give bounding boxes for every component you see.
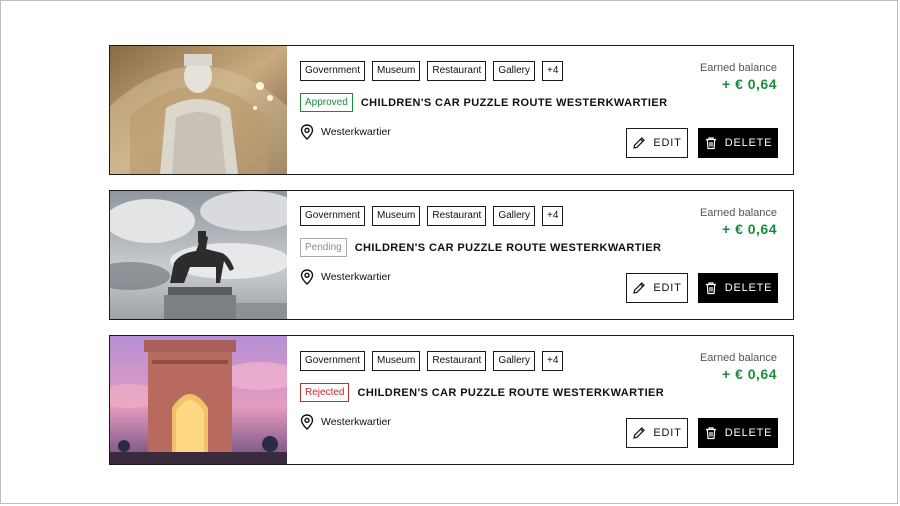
pencil-icon — [633, 282, 646, 294]
earned-balance: Earned balance + € 0,64 — [700, 62, 777, 92]
listing-card: Government Museum Restaurant Gallery +4 … — [109, 190, 794, 320]
tag-list: Government Museum Restaurant Gallery +4 — [300, 351, 564, 371]
tag-museum[interactable]: Museum — [372, 61, 421, 81]
tag-list: Government Museum Restaurant Gallery +4 — [300, 61, 564, 81]
status-badge: Pending — [300, 238, 347, 257]
edit-button-label: EDIT — [653, 282, 682, 294]
tag-more[interactable]: +4 — [542, 61, 564, 81]
listing-title[interactable]: CHILDREN'S CAR PUZZLE ROUTE WESTERKWARTI… — [357, 387, 664, 399]
tag-museum[interactable]: Museum — [372, 206, 421, 226]
edit-button[interactable]: EDIT — [626, 128, 688, 158]
listing-image-gate[interactable] — [110, 336, 287, 464]
location-pin-icon — [300, 269, 314, 285]
edit-button[interactable]: EDIT — [626, 418, 688, 448]
location-pin-icon — [300, 124, 314, 140]
balance-amount: + € 0,64 — [722, 76, 777, 92]
tag-restaurant[interactable]: Restaurant — [427, 61, 487, 81]
delete-button[interactable]: DELETE — [698, 128, 778, 158]
earned-balance: Earned balance + € 0,64 — [700, 352, 777, 382]
balance-label: Earned balance — [699, 62, 777, 74]
trash-icon — [705, 137, 716, 150]
pencil-icon — [633, 427, 646, 439]
status-badge: Approved — [300, 93, 353, 112]
status-title-row: Approved CHILDREN'S CAR PUZZLE ROUTE WES… — [300, 93, 667, 112]
location: Westerkwartier — [300, 269, 391, 285]
tag-gallery[interactable]: Gallery — [493, 351, 535, 371]
balance-amount: + € 0,64 — [722, 221, 777, 237]
page-frame: Government Museum Restaurant Gallery +4 … — [0, 0, 898, 504]
listing-image-statue[interactable] — [110, 46, 287, 174]
listing-card: Government Museum Restaurant Gallery +4 … — [109, 335, 794, 465]
tag-more[interactable]: +4 — [542, 351, 564, 371]
tag-government[interactable]: Government — [300, 61, 366, 81]
location: Westerkwartier — [300, 124, 391, 140]
location-label: Westerkwartier — [321, 126, 391, 138]
trash-icon — [705, 282, 716, 295]
balance-amount: + € 0,64 — [722, 366, 777, 382]
location-pin-icon — [300, 414, 314, 430]
delete-button-label: DELETE — [724, 137, 773, 149]
location-label: Westerkwartier — [321, 416, 391, 428]
trash-icon — [705, 427, 716, 440]
tag-list: Government Museum Restaurant Gallery +4 — [300, 206, 564, 226]
delete-button-label: DELETE — [724, 427, 773, 439]
tag-gallery[interactable]: Gallery — [493, 206, 535, 226]
earned-balance: Earned balance + € 0,64 — [700, 207, 777, 237]
delete-button[interactable]: DELETE — [698, 418, 778, 448]
listing-card: Government Museum Restaurant Gallery +4 … — [109, 45, 794, 175]
location: Westerkwartier — [300, 414, 391, 430]
edit-button[interactable]: EDIT — [626, 273, 688, 303]
listing-title[interactable]: CHILDREN'S CAR PUZZLE ROUTE WESTERKWARTI… — [361, 97, 668, 109]
pencil-icon — [633, 137, 646, 149]
status-title-row: Pending CHILDREN'S CAR PUZZLE ROUTE WEST… — [300, 238, 661, 257]
tag-government[interactable]: Government — [300, 351, 366, 371]
balance-label: Earned balance — [699, 207, 777, 219]
listing-title[interactable]: CHILDREN'S CAR PUZZLE ROUTE WESTERKWARTI… — [355, 242, 662, 254]
edit-button-label: EDIT — [653, 137, 682, 149]
tag-government[interactable]: Government — [300, 206, 366, 226]
status-title-row: Rejected CHILDREN'S CAR PUZZLE ROUTE WES… — [300, 383, 664, 402]
delete-button[interactable]: DELETE — [698, 273, 778, 303]
tag-restaurant[interactable]: Restaurant — [427, 351, 487, 371]
listing-image-equestrian[interactable] — [110, 191, 287, 319]
edit-button-label: EDIT — [653, 427, 682, 439]
equestrian-statue-image — [110, 191, 287, 319]
tag-more[interactable]: +4 — [542, 206, 564, 226]
status-badge: Rejected — [300, 383, 350, 402]
statue-image — [110, 46, 287, 174]
tag-restaurant[interactable]: Restaurant — [427, 206, 487, 226]
balance-label: Earned balance — [699, 352, 777, 364]
delete-button-label: DELETE — [724, 282, 773, 294]
tag-gallery[interactable]: Gallery — [493, 61, 535, 81]
location-label: Westerkwartier — [321, 271, 391, 283]
india-gate-image — [110, 336, 287, 464]
tag-museum[interactable]: Museum — [372, 351, 421, 371]
